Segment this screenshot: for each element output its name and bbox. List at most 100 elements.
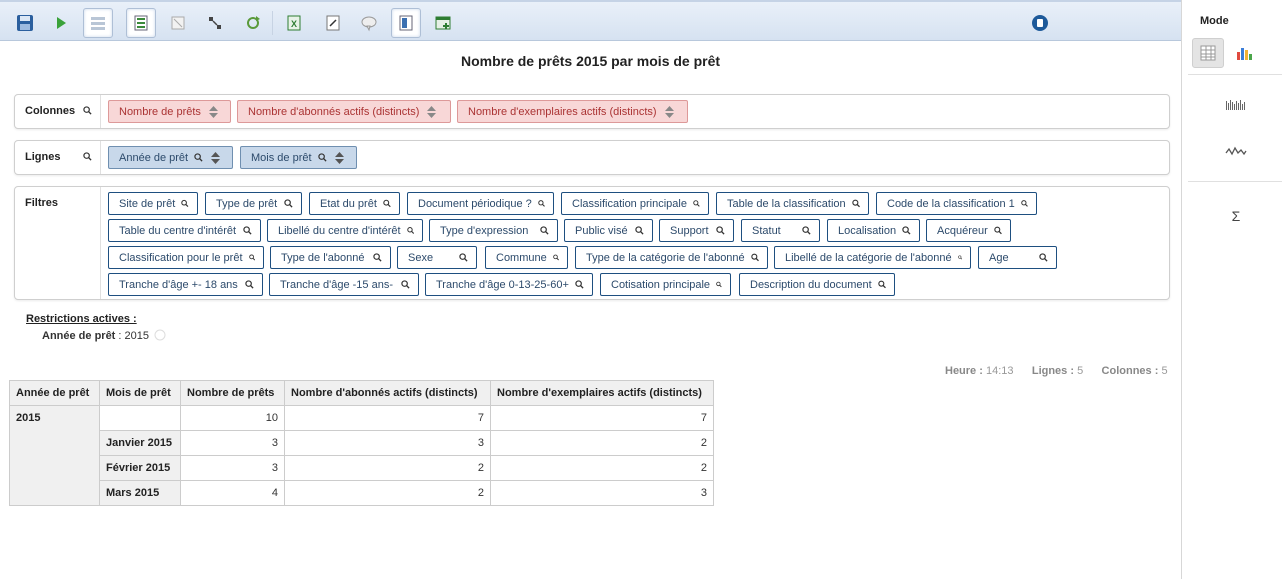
filter-chip[interactable]: Tranche d'âge +- 18 ans xyxy=(108,273,263,296)
filter-chip[interactable]: Acquéreur xyxy=(926,219,1011,242)
search-icon[interactable] xyxy=(317,153,327,162)
search-icon[interactable] xyxy=(750,253,759,262)
table-cell: 10 xyxy=(180,405,285,431)
filter-chip[interactable]: Table du centre d'intérêt xyxy=(108,219,261,242)
search-icon[interactable] xyxy=(851,199,860,208)
column-chip-nombre-abonnes[interactable]: Nombre d'abonnés actifs (distincts) xyxy=(237,100,451,123)
filter-chip[interactable]: Classification pour le prêt xyxy=(108,246,264,269)
search-icon[interactable] xyxy=(1021,199,1028,208)
table-cell: 3 xyxy=(180,430,285,456)
search-icon[interactable] xyxy=(994,226,1002,235)
report-settings-icon[interactable] xyxy=(391,8,421,38)
swap-axes-icon[interactable] xyxy=(200,8,230,38)
filter-chip[interactable]: Sexe xyxy=(397,246,477,269)
filter-chip[interactable]: Statut xyxy=(741,219,820,242)
search-icon[interactable] xyxy=(716,280,722,289)
filter-chip[interactable]: Type de l'abonné xyxy=(270,246,391,269)
remove-restriction-icon[interactable] xyxy=(154,329,166,341)
row-header-month[interactable]: Janvier 2015 xyxy=(99,430,181,456)
comment-icon[interactable] xyxy=(354,8,384,38)
filter-chip[interactable]: Commune xyxy=(485,246,568,269)
filter-chip[interactable]: Classification principale xyxy=(561,192,709,215)
filter-chip[interactable]: Libellé du centre d'intérêt xyxy=(267,219,423,242)
row-header-month[interactable]: Mars 2015 xyxy=(99,480,181,506)
filter-chip[interactable]: Cotisation principale xyxy=(600,273,731,296)
search-icon[interactable] xyxy=(802,226,811,235)
column-header[interactable]: Nombre de prêts xyxy=(180,380,285,406)
non-empty-icon[interactable] xyxy=(163,8,193,38)
search-icon[interactable] xyxy=(194,153,203,162)
columns-panel-label: Colonnes xyxy=(15,95,101,128)
column-header[interactable]: Nombre d'exemplaires actifs (distincts) xyxy=(490,380,714,406)
filter-chip[interactable]: Type de prêt xyxy=(205,192,302,215)
sum-icon[interactable]: Σ xyxy=(1220,201,1252,231)
filter-chip[interactable]: Libellé de la catégorie de l'abonné xyxy=(774,246,971,269)
refresh-icon[interactable] xyxy=(238,8,268,38)
search-icon[interactable] xyxy=(1039,253,1048,262)
new-query-icon[interactable] xyxy=(428,8,458,38)
save-icon[interactable] xyxy=(10,8,40,38)
search-icon[interactable] xyxy=(401,280,410,289)
filter-chip[interactable]: Localisation xyxy=(827,219,920,242)
column-chip-nombre-exemplaires[interactable]: Nombre d'exemplaires actifs (distincts) xyxy=(457,100,688,123)
search-icon[interactable] xyxy=(877,280,886,289)
column-header[interactable]: Année de prêt xyxy=(9,380,100,406)
run-icon[interactable] xyxy=(46,8,76,38)
filter-chip[interactable]: Document périodique ? xyxy=(407,192,554,215)
search-icon[interactable] xyxy=(83,106,92,115)
filter-chip[interactable]: Table de la classification xyxy=(716,192,869,215)
search-icon[interactable] xyxy=(83,152,92,161)
row-chip-annee-de-pret[interactable]: Année de prêt xyxy=(108,146,233,169)
filter-chip[interactable]: Description du document xyxy=(739,273,895,296)
search-icon[interactable] xyxy=(552,253,559,262)
search-icon[interactable] xyxy=(243,226,252,235)
row-header-month[interactable]: Février 2015 xyxy=(99,455,181,481)
search-icon[interactable] xyxy=(902,226,911,235)
sort-icon[interactable] xyxy=(334,151,344,164)
search-icon[interactable] xyxy=(575,280,584,289)
filter-chip[interactable]: Support xyxy=(659,219,734,242)
search-icon[interactable] xyxy=(957,253,962,262)
excel-export-icon[interactable]: X xyxy=(279,8,309,38)
mdx-icon[interactable] xyxy=(318,8,348,38)
filter-chip[interactable]: Age xyxy=(978,246,1057,269)
filter-chip[interactable]: Site de prêt xyxy=(108,192,198,215)
search-icon[interactable] xyxy=(383,199,391,208)
search-icon[interactable] xyxy=(635,226,644,235)
search-icon[interactable] xyxy=(540,226,549,235)
sort-icon[interactable] xyxy=(211,151,221,164)
search-icon[interactable] xyxy=(248,253,255,262)
search-icon[interactable] xyxy=(245,280,254,289)
search-icon[interactable] xyxy=(406,226,414,235)
search-icon[interactable] xyxy=(538,199,545,208)
sort-icon[interactable] xyxy=(664,105,674,118)
line-chart-icon[interactable] xyxy=(1220,136,1252,166)
filter-chip[interactable]: Code de la classification 1 xyxy=(876,192,1037,215)
filter-chip[interactable]: Type de la catégorie de l'abonné xyxy=(575,246,768,269)
column-chip-nombre-de-prets[interactable]: Nombre de prêts xyxy=(108,100,231,123)
filter-chip[interactable]: Tranche d'âge 0-13-25-60+ xyxy=(425,273,593,296)
filter-chip[interactable]: Type d'expression xyxy=(429,219,558,242)
search-icon[interactable] xyxy=(693,199,700,208)
search-icon[interactable] xyxy=(716,226,725,235)
search-icon[interactable] xyxy=(181,199,189,208)
trash-icon[interactable] xyxy=(1025,8,1055,38)
filter-chip[interactable]: Etat du prêt xyxy=(309,192,400,215)
search-icon[interactable] xyxy=(373,253,382,262)
row-header-year[interactable]: 2015 xyxy=(9,405,100,506)
column-header[interactable]: Nombre d'abonnés actifs (distincts) xyxy=(284,380,491,406)
sort-icon[interactable] xyxy=(427,105,437,118)
search-icon[interactable] xyxy=(459,253,468,262)
toggle-fields-icon[interactable] xyxy=(83,8,113,38)
filter-chip[interactable]: Public visé xyxy=(564,219,653,242)
search-icon[interactable] xyxy=(284,199,293,208)
hierarchy-icon[interactable] xyxy=(126,8,156,38)
bar-chart-icon[interactable] xyxy=(1220,89,1252,119)
sort-icon[interactable] xyxy=(208,105,218,118)
filter-chip[interactable]: Tranche d'âge -15 ans- xyxy=(269,273,419,296)
table-mode-icon[interactable] xyxy=(1192,38,1224,68)
chart-mode-icon[interactable] xyxy=(1228,38,1260,68)
row-chip-mois-de-pret[interactable]: Mois de prêt xyxy=(240,146,357,169)
column-header[interactable]: Mois de prêt xyxy=(99,380,181,406)
mode-title: Mode xyxy=(1200,15,1229,27)
